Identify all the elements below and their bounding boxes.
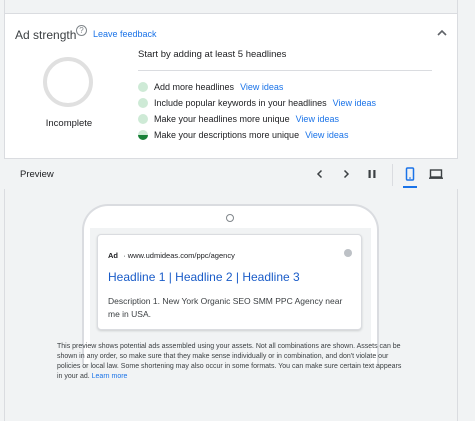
active-device-indicator (403, 186, 417, 188)
tip-text: Add more headlines (154, 82, 235, 92)
ad-strength-gauge (43, 57, 93, 107)
view-ideas-link[interactable]: View ideas (240, 82, 283, 92)
ad-url-line: Ad · www.udmideas.com/ppc/agency (108, 251, 235, 260)
divider (138, 70, 432, 71)
tip-item: Make your headlines more unique View ide… (138, 111, 376, 127)
tip-text: Make your descriptions more unique (154, 130, 300, 140)
tip-item: Add more headlines View ideas (138, 79, 376, 95)
info-dot-icon (344, 249, 352, 257)
ad-strength-status: Incomplete (45, 118, 93, 129)
tip-text: Make your headlines more unique (154, 114, 290, 124)
pause-icon[interactable] (364, 166, 380, 182)
leave-feedback-link[interactable]: Leave feedback (93, 29, 157, 39)
chevron-up-icon[interactable] (435, 26, 449, 40)
mobile-icon[interactable] (402, 166, 418, 182)
ad-strength-title: Ad strength (15, 28, 77, 42)
view-ideas-link[interactable]: View ideas (305, 130, 348, 140)
desktop-icon[interactable] (428, 166, 444, 182)
preview-title: Preview (20, 169, 54, 180)
start-instruction: Start by adding at least 5 headlines (138, 49, 287, 60)
top-edge (4, 0, 458, 14)
view-ideas-link[interactable]: View ideas (296, 114, 339, 124)
ad-preview-card: Ad · www.udmideas.com/ppc/agency Headlin… (97, 234, 362, 330)
ad-badge: Ad (108, 251, 118, 260)
preview-disclaimer: This preview shows potential ads assembl… (57, 342, 403, 382)
chevron-left-icon[interactable] (312, 166, 328, 182)
tip-item: Include popular keywords in your headlin… (138, 95, 376, 111)
tip-item: Make your descriptions more unique View … (138, 127, 376, 143)
ad-description: Description 1. New York Organic SEO SMM … (108, 296, 343, 319)
toolbar-divider (392, 164, 393, 186)
learn-more-link[interactable]: Learn more (92, 373, 128, 380)
ad-separator: · (123, 251, 126, 260)
help-circle-icon[interactable]: ? (76, 25, 87, 36)
ad-headline: Headline 1 | Headline 2 | Headline 3 (108, 270, 300, 284)
status-dot-icon (138, 114, 148, 124)
status-dot-icon (138, 130, 148, 140)
chevron-right-icon[interactable] (338, 166, 354, 182)
preview-toolbar: Preview (4, 159, 458, 189)
camera-icon (226, 214, 234, 222)
ad-display-url: www.udmideas.com/ppc/agency (127, 251, 235, 260)
tip-text: Include popular keywords in your headlin… (154, 98, 327, 108)
status-dot-icon (138, 98, 148, 108)
ad-strength-panel: Ad strength ? Leave feedback Incomplete … (4, 13, 458, 159)
improvement-tips-list: Add more headlines View ideas Include po… (138, 79, 376, 143)
status-dot-icon (138, 82, 148, 92)
view-ideas-link[interactable]: View ideas (333, 98, 376, 108)
